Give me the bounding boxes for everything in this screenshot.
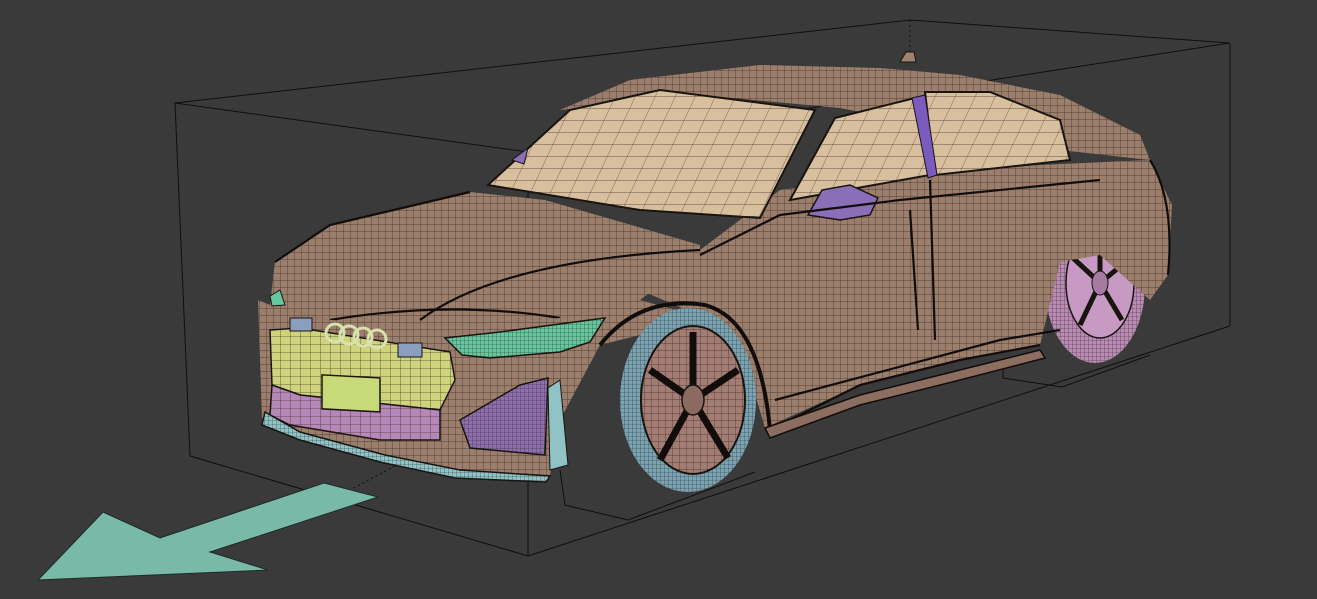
3d-viewport[interactable]: [0, 0, 1317, 599]
roof-antenna: [899, 51, 917, 63]
license-plate: [321, 374, 381, 413]
front-wheel[interactable]: [620, 308, 756, 492]
scene-canvas[interactable]: [0, 0, 1317, 599]
forward-direction-arrow-icon[interactable]: [36, 482, 380, 581]
car-mesh-model[interactable]: [258, 51, 1172, 492]
